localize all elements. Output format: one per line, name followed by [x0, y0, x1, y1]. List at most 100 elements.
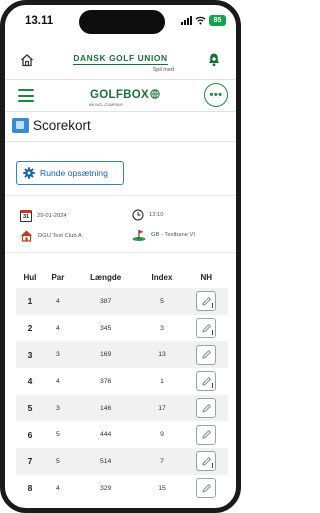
calendar-icon: 31	[20, 210, 32, 222]
hole-length: 444	[99, 431, 112, 439]
hole-par: 3	[43, 341, 72, 369]
nh-cell	[184, 394, 228, 422]
table-row: 3 3 169 13	[16, 341, 228, 369]
hole-index: 13	[139, 341, 185, 369]
round-course-value: GB - Testbane VI	[151, 232, 196, 238]
nh-cell	[184, 448, 228, 475]
dgu-subtitle: Spil med	[152, 67, 174, 73]
golfbox-logo[interactable]: GOLFBOX AN MCL COMPANY	[75, 85, 175, 107]
nh-cell	[185, 475, 228, 502]
table-row: 5 3 146 17	[16, 394, 228, 422]
hole-index: 5	[139, 288, 185, 315]
column-header-nh: NH	[200, 272, 213, 282]
hole-length: 345	[99, 324, 112, 332]
camera-notch	[79, 10, 165, 34]
pencil-icon	[202, 483, 211, 493]
hole-index: 3	[160, 324, 164, 332]
round-date-value: 29-01-2024	[37, 213, 67, 219]
hole-number: 7	[16, 448, 44, 475]
dgu-logo[interactable]: DANSK GOLF UNION Spil med	[65, 48, 176, 73]
table-row: 6 5 444 9	[16, 421, 228, 448]
round-setup-label: Runde opsætning	[40, 168, 108, 178]
nh-cell	[185, 315, 228, 342]
golfbox-logo-text: GOLFBOX	[90, 89, 149, 101]
hole-par: 4	[56, 377, 60, 385]
pencil-icon	[202, 296, 211, 306]
section-divider	[5, 195, 236, 196]
home-icon[interactable]	[20, 53, 34, 67]
hole-index: 1	[160, 377, 164, 385]
notification-bell-icon[interactable]	[207, 52, 221, 67]
table-header-row: Hul Par Længde Index NH	[16, 266, 228, 288]
scorecard-icon	[12, 118, 29, 133]
more-options-button[interactable]: •••	[204, 83, 228, 107]
nh-edit-button[interactable]	[196, 398, 217, 419]
column-header-par: Par	[51, 272, 65, 282]
round-setup-button[interactable]: Runde opsætning	[16, 161, 124, 185]
hole-number: 4	[27, 376, 33, 387]
globe-icon	[150, 89, 160, 99]
golfbox-company: AN MCL COMPANY	[89, 103, 124, 107]
hole-par: 4	[56, 484, 60, 492]
round-time-value: 13:10	[149, 212, 164, 218]
nh-cell	[184, 341, 228, 369]
nh-edit-button[interactable]	[196, 318, 217, 339]
hole-length: 329	[99, 484, 112, 492]
menu-icon[interactable]	[18, 89, 34, 102]
nh-edit-button[interactable]	[196, 451, 217, 472]
hole-length: 387	[71, 288, 140, 315]
table-row: 1 4 387 5	[16, 288, 228, 315]
hole-par: 5	[43, 448, 72, 475]
table-row: 7 5 514 7	[16, 448, 228, 475]
page-title: Scorekort	[33, 118, 91, 133]
hole-number: 1	[16, 288, 44, 315]
hole-number: 5	[16, 394, 44, 422]
nh-edit-button[interactable]	[196, 478, 217, 499]
hole-length: 514	[71, 448, 140, 475]
hole-index: 7	[139, 448, 185, 475]
golfbox-header: GOLFBOX AN MCL COMPANY •••	[5, 79, 236, 112]
pencil-icon	[202, 456, 211, 466]
status-bar: 13.11 85	[5, 5, 236, 39]
nh-edit-button[interactable]	[196, 424, 217, 445]
nh-cell	[184, 288, 228, 315]
wifi-icon	[195, 16, 206, 25]
hole-par: 3	[43, 394, 72, 422]
nh-edit-button[interactable]	[196, 344, 217, 365]
hole-length: 376	[99, 377, 112, 385]
hole-number: 6	[27, 429, 33, 440]
pencil-icon	[202, 430, 211, 439]
section-divider	[5, 252, 236, 253]
hole-index: 17	[139, 394, 185, 422]
hole-length: 146	[71, 394, 140, 422]
pencil-icon	[202, 323, 211, 333]
round-date: 31 29-01-2024	[20, 210, 67, 222]
nh-cell	[185, 421, 228, 448]
status-time: 13.11	[25, 15, 54, 27]
pencil-icon	[202, 403, 211, 413]
clock-icon	[132, 209, 144, 221]
pencil-icon	[202, 376, 211, 386]
hole-par: 4	[43, 288, 72, 315]
table-row: 4 4 376 1	[16, 368, 228, 395]
page-title-row: Scorekort	[5, 112, 236, 142]
hole-number: 8	[27, 483, 33, 494]
phone-frame: 13.11 85 DANSK GOLF UNION Spil med GOLFB…	[0, 0, 241, 513]
nh-edit-button[interactable]	[196, 291, 217, 312]
pencil-icon	[202, 350, 211, 359]
column-header-hole: Hul	[23, 272, 37, 282]
hole-index: 9	[160, 431, 164, 439]
nh-cell	[185, 368, 228, 395]
table-row: 2 4 345 3	[16, 315, 228, 342]
battery-icon: 85	[209, 15, 226, 26]
clubhouse-icon	[21, 230, 32, 242]
hole-par: 5	[56, 431, 60, 439]
signal-icon	[181, 16, 192, 25]
hole-number: 2	[27, 323, 33, 334]
round-course: GB - Testbane VI	[132, 229, 195, 241]
column-header-length: Længde	[90, 272, 122, 282]
round-time: 13:10	[132, 209, 164, 221]
round-club-value: DGU Test Club A	[38, 232, 82, 239]
nh-edit-button[interactable]	[196, 371, 217, 392]
dgu-header: DANSK GOLF UNION Spil med	[5, 39, 236, 79]
